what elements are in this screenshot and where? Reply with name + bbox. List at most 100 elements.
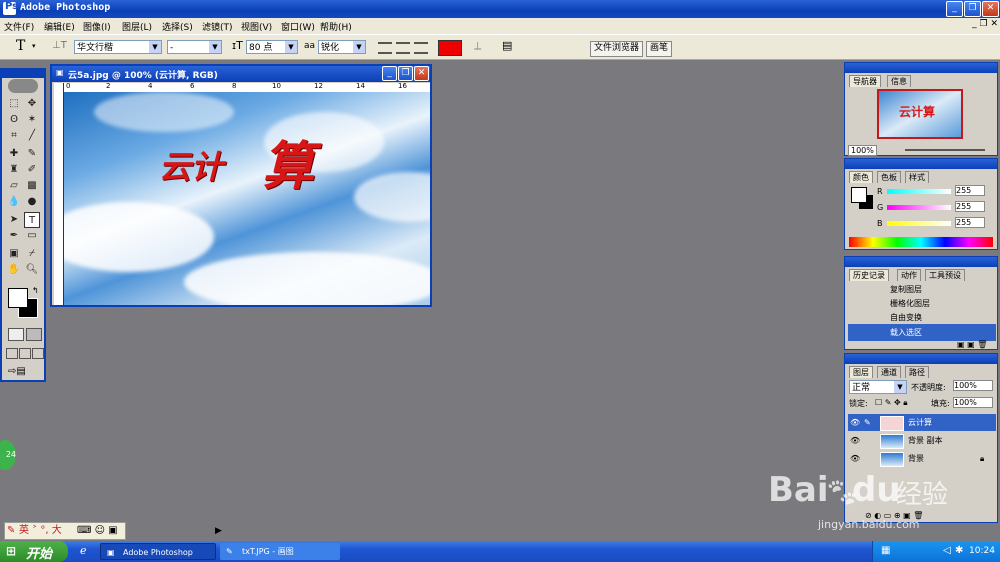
fill-field[interactable]: 100% xyxy=(953,397,993,408)
quick-mask-button[interactable] xyxy=(26,328,42,341)
warp-text-icon[interactable]: ⟂ xyxy=(474,39,481,53)
text-color-swatch[interactable] xyxy=(438,40,462,56)
color-ramp[interactable] xyxy=(849,237,993,247)
antialias-select[interactable]: 锐化 ▼ xyxy=(318,40,366,54)
menu-help[interactable]: 帮助(H) xyxy=(320,20,352,33)
blue-value-field[interactable]: 255 xyxy=(955,217,985,228)
doc-minimize-button[interactable]: _ xyxy=(382,66,397,81)
font-size-select[interactable]: 80 点 ▼ xyxy=(246,40,298,54)
slice-tool-icon[interactable]: ╱ xyxy=(24,128,40,144)
screen-mode-full-menu-button[interactable] xyxy=(19,348,31,359)
blend-mode-select[interactable]: 正常 ▼ xyxy=(849,380,907,394)
tab-info[interactable]: 信息 xyxy=(887,75,911,87)
menu-view[interactable]: 视图(V) xyxy=(241,20,272,33)
adobe-online-icon[interactable] xyxy=(8,79,38,93)
minimize-button[interactable]: _ xyxy=(946,1,963,17)
notification-badge[interactable]: 24 xyxy=(0,440,16,470)
clone-stamp-tool-icon[interactable]: ♜ xyxy=(6,162,22,178)
lasso-tool-icon[interactable]: ʘ xyxy=(6,112,22,128)
layer-row[interactable]: 👁︎ 背景 🔒︎ xyxy=(848,450,996,467)
blue-slider[interactable] xyxy=(887,221,951,226)
foreground-color-swatch[interactable] xyxy=(8,288,28,308)
panel-title-bar[interactable] xyxy=(845,257,997,267)
tab-navigator[interactable]: 导航器 xyxy=(849,75,881,87)
marquee-tool-icon[interactable]: ⬚ xyxy=(6,96,22,112)
menu-filter[interactable]: 滤镜(T) xyxy=(202,20,233,33)
maximize-button[interactable]: ❐ xyxy=(964,1,981,17)
gradient-tool-icon[interactable]: ▩ xyxy=(24,178,40,194)
tab-channels[interactable]: 通道 xyxy=(877,366,901,378)
tab-color[interactable]: 颜色 xyxy=(849,171,873,183)
menu-layer[interactable]: 图层(L) xyxy=(122,20,152,33)
tab-history[interactable]: 历史记录 xyxy=(849,269,889,281)
eyedropper-tool-icon[interactable]: ⌿ xyxy=(24,246,40,262)
eraser-tool-icon[interactable]: ▱ xyxy=(6,178,22,194)
menu-select[interactable]: 选择(S) xyxy=(162,20,193,33)
tab-paths[interactable]: 路径 xyxy=(905,366,929,378)
standard-mode-button[interactable] xyxy=(8,328,24,341)
shape-tool-icon[interactable]: ▭ xyxy=(24,228,40,244)
text-orientation-icon[interactable]: ⊥T xyxy=(52,40,67,51)
close-button[interactable]: ✕ xyxy=(982,1,999,17)
task-paint[interactable]: ✎ txT.JPG - 画图 xyxy=(220,543,340,560)
toolbox-title-bar[interactable] xyxy=(2,70,44,78)
start-button[interactable]: ⊞ 开始 xyxy=(0,541,68,562)
tab-brushes[interactable]: 画笔 xyxy=(646,41,673,57)
scroll-right-icon[interactable]: ▶ xyxy=(215,526,222,536)
layer-row-selected[interactable]: 👁︎ ✎ 云计算 xyxy=(848,414,996,431)
notes-tool-icon[interactable]: ▣ xyxy=(6,246,22,262)
opacity-field[interactable]: 100% xyxy=(953,380,993,391)
menu-window[interactable]: 窗口(W) xyxy=(281,20,315,33)
green-value-field[interactable]: 255 xyxy=(955,201,985,212)
font-family-select[interactable]: 华文行楷 ▼ xyxy=(74,40,162,54)
layer-row[interactable]: 👁︎ 背景 副本 xyxy=(848,432,996,449)
history-brush-tool-icon[interactable]: ✐ xyxy=(24,162,40,178)
panel-title-bar[interactable] xyxy=(845,159,997,169)
ime-bar[interactable]: ✎ 英 ˃ °, 大 ⌨ ☺ ▣ xyxy=(4,522,126,540)
chevron-down-icon[interactable]: ▾ xyxy=(32,42,36,50)
zoom-tool-icon[interactable]: 🔍︎ xyxy=(24,262,40,278)
screen-mode-standard-button[interactable] xyxy=(6,348,18,359)
swap-colors-icon[interactable]: ↰ xyxy=(32,286,39,295)
task-photoshop[interactable]: ▣ Adobe Photoshop xyxy=(100,543,216,560)
zoom-field[interactable]: 100% xyxy=(848,145,877,156)
red-slider[interactable] xyxy=(887,189,951,194)
move-tool-icon[interactable]: ✥ xyxy=(24,96,40,112)
crop-tool-icon[interactable]: ⌗ xyxy=(6,128,22,144)
doc-maximize-button[interactable]: ❐ xyxy=(398,66,413,81)
red-value-field[interactable]: 255 xyxy=(955,185,985,196)
magic-wand-tool-icon[interactable]: ✶ xyxy=(24,112,40,128)
document-title-bar[interactable]: ▣ 云5a.jpg @ 100% (云计算, RGB) _ ❐ ✕ xyxy=(52,66,430,82)
menu-window-controls[interactable]: _ ❐ ✕ xyxy=(958,19,998,32)
panel-title-bar[interactable] xyxy=(845,63,997,73)
panel-title-bar[interactable] xyxy=(845,354,997,364)
clock[interactable]: 10:24 xyxy=(969,546,995,556)
quick-launch-ie-icon[interactable]: ℯ xyxy=(80,544,87,557)
navigator-thumbnail[interactable]: 云计算 xyxy=(877,89,963,139)
screen-mode-full-button[interactable] xyxy=(32,348,44,359)
font-style-select[interactable]: - ▼ xyxy=(167,40,222,54)
pen-tool-icon[interactable]: ✒ xyxy=(6,228,22,244)
history-panel-buttons[interactable]: ▣ ▣ 🗑︎ xyxy=(957,340,987,349)
menu-image[interactable]: 图像(I) xyxy=(83,20,111,33)
tab-tool-presets[interactable]: 工具预设 xyxy=(925,269,965,281)
eye-icon[interactable]: 👁︎ xyxy=(850,432,860,449)
image-canvas[interactable]: 云计 算 xyxy=(64,92,430,305)
doc-close-button[interactable]: ✕ xyxy=(414,66,429,81)
green-slider[interactable] xyxy=(887,205,951,210)
keyboard-icon[interactable]: ⌨ ☺ ▣ xyxy=(77,523,118,539)
healing-brush-tool-icon[interactable]: ✚ xyxy=(6,146,22,162)
align-left-button[interactable] xyxy=(378,42,392,54)
lock-options-icon[interactable]: ☐ ✎ ✥ 🔒︎ xyxy=(875,398,907,408)
palettes-toggle-icon[interactable]: ▤ xyxy=(502,39,512,52)
eye-icon[interactable]: 👁︎ xyxy=(850,414,860,431)
tab-actions[interactable]: 动作 xyxy=(897,269,921,281)
dodge-tool-icon[interactable]: ● xyxy=(24,194,40,210)
network-icon[interactable]: ✱ xyxy=(955,545,963,556)
brush-tool-icon[interactable]: ✎ xyxy=(24,146,40,162)
type-tool-preset-icon[interactable]: T xyxy=(16,38,25,54)
tab-layers[interactable]: 图层 xyxy=(849,366,873,378)
menu-edit[interactable]: 编辑(E) xyxy=(44,20,75,33)
menu-file[interactable]: 文件(F) xyxy=(4,20,34,33)
jump-to-imageready-icon[interactable]: ⇨▤ xyxy=(8,366,38,378)
